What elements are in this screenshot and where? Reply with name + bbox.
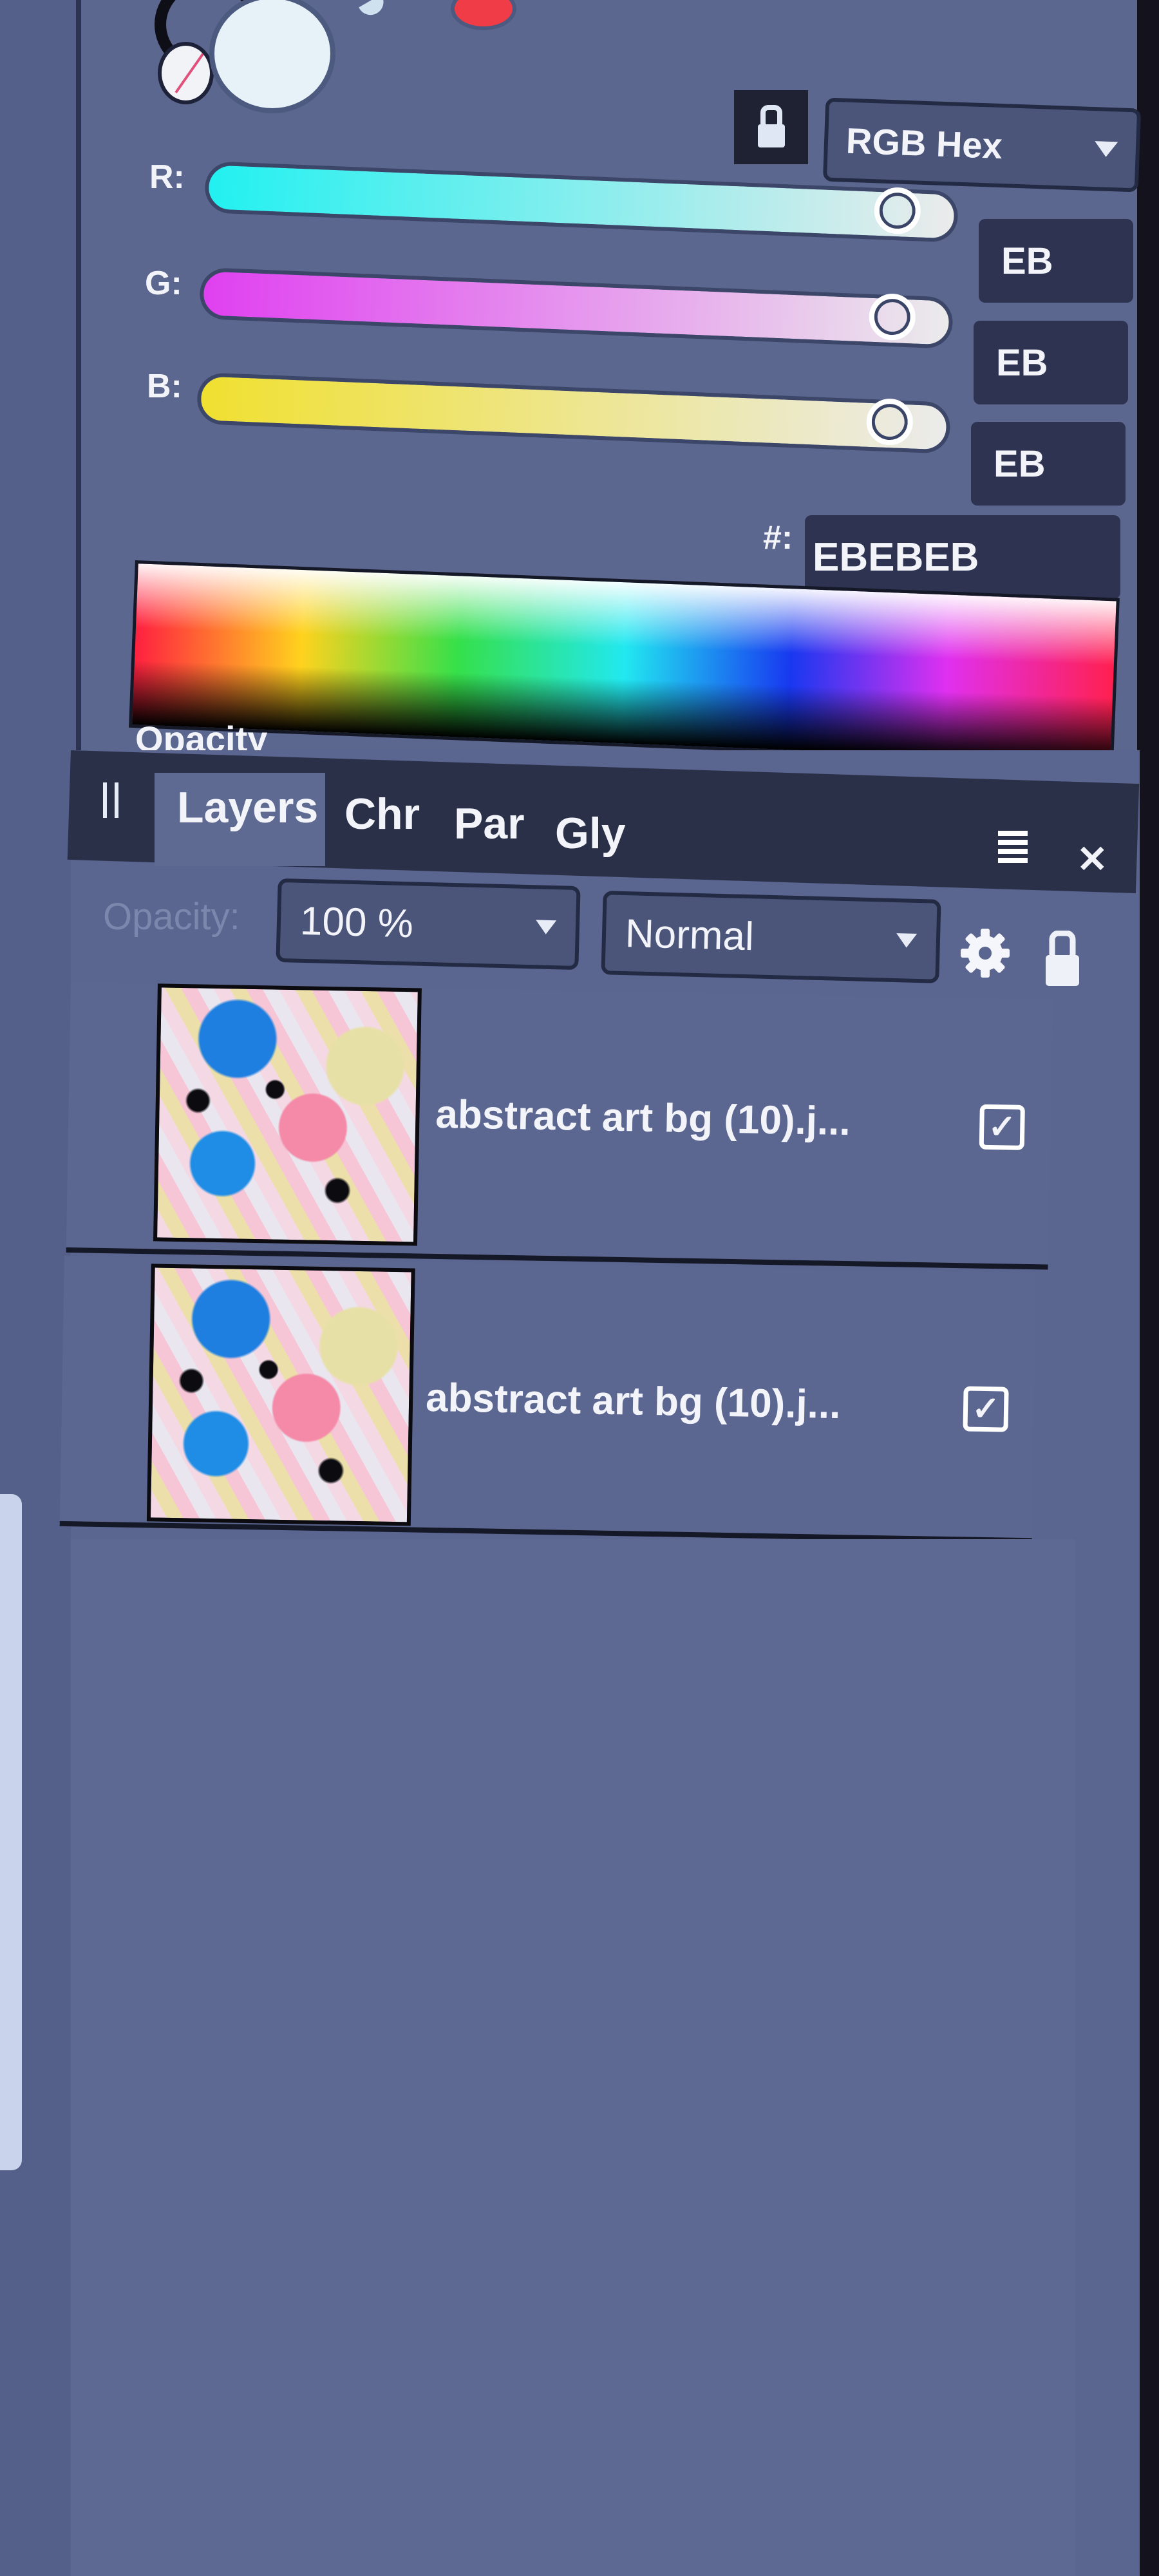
blend-mode-value: Normal bbox=[625, 911, 755, 959]
lock-icon[interactable] bbox=[1043, 930, 1082, 989]
none-color-swatch[interactable] bbox=[158, 42, 214, 104]
layer-thumbnail bbox=[153, 983, 422, 1246]
chevron-down-icon bbox=[1094, 141, 1118, 158]
hex-label: #: bbox=[763, 519, 793, 556]
hex-input[interactable]: EBEBEB bbox=[805, 515, 1120, 599]
color-opacity-label: Opacity bbox=[135, 719, 268, 753]
green-value-field[interactable]: EB bbox=[974, 321, 1128, 404]
panel-menu-icon[interactable] bbox=[998, 831, 1037, 869]
layer-visibility-checkbox[interactable]: ✓ bbox=[979, 1104, 1025, 1150]
chevron-down-icon bbox=[535, 920, 557, 935]
tab-layers[interactable]: Layers bbox=[177, 782, 318, 833]
none-slash-icon bbox=[174, 50, 207, 93]
panel-grip-handle[interactable] bbox=[103, 782, 122, 821]
layer-name: abstract art bg (10).j... bbox=[425, 1375, 842, 1428]
tab-character[interactable]: Chr bbox=[344, 789, 420, 839]
blend-mode-dropdown[interactable]: Normal bbox=[601, 891, 941, 983]
color-mode-dropdown[interactable]: RGB Hex bbox=[822, 97, 1142, 193]
checkmark-icon: ✓ bbox=[987, 1108, 1017, 1146]
green-channel-label: G: bbox=[145, 265, 182, 302]
layer-visibility-checkbox[interactable]: ✓ bbox=[963, 1386, 1009, 1432]
close-icon[interactable]: ✕ bbox=[1077, 837, 1108, 881]
tab-paragraph[interactable]: Par bbox=[454, 799, 525, 849]
lock-icon bbox=[757, 104, 785, 147]
layer-row[interactable]: abstract art bg (10).j... ✓ bbox=[59, 1256, 1037, 1544]
layers-empty-area bbox=[71, 1539, 1075, 2576]
layer-opacity-label: Opacity: bbox=[103, 896, 240, 938]
blue-channel-label: B: bbox=[147, 368, 182, 405]
layer-opacity-dropdown[interactable]: 100 % bbox=[276, 878, 581, 971]
layer-opacity-value: 100 % bbox=[299, 898, 414, 946]
checkmark-icon: ✓ bbox=[971, 1390, 1001, 1428]
layer-name: abstract art bg (10).j... bbox=[435, 1092, 851, 1144]
blue-value: EB bbox=[994, 442, 1046, 485]
color-mode-value: RGB Hex bbox=[845, 120, 1003, 166]
red-value-field[interactable]: EB bbox=[979, 219, 1133, 303]
left-scrollbar-thumb[interactable] bbox=[0, 1494, 22, 2170]
blue-value-field[interactable]: EB bbox=[971, 422, 1126, 506]
chevron-down-icon bbox=[896, 933, 918, 948]
green-value: EB bbox=[996, 341, 1048, 384]
tab-glyphs[interactable]: Gly bbox=[555, 808, 626, 858]
hex-value: EBEBEB bbox=[813, 535, 979, 580]
gear-icon[interactable] bbox=[959, 927, 1011, 979]
lock-button[interactable] bbox=[734, 90, 808, 164]
red-value: EB bbox=[1001, 240, 1053, 282]
red-channel-label: R: bbox=[149, 158, 185, 196]
layer-thumbnail bbox=[146, 1264, 415, 1526]
layer-row[interactable]: abstract art bg (10).j... ✓ bbox=[66, 982, 1053, 1270]
